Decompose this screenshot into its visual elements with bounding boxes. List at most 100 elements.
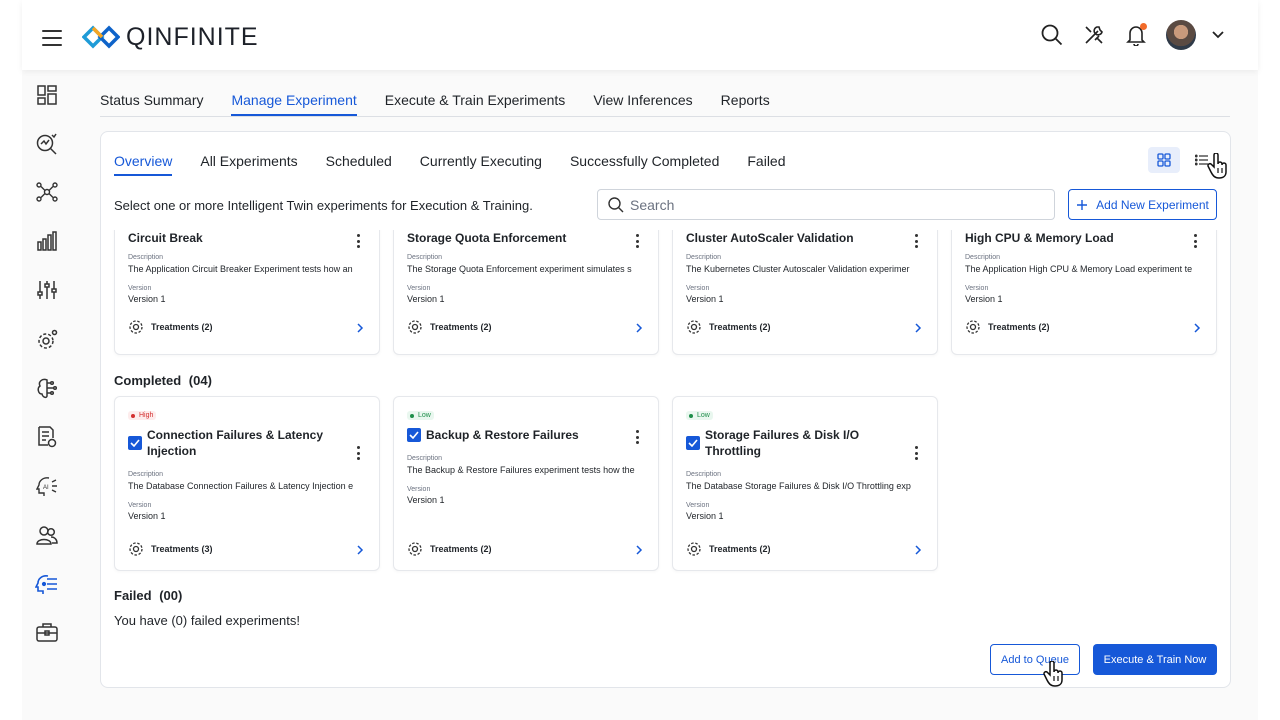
bar-chart-icon[interactable] [35,229,59,253]
tab-reports[interactable]: Reports [721,92,770,116]
search-icon[interactable] [1040,23,1064,47]
completed-label: Completed [114,373,182,388]
bell-icon[interactable] [1124,23,1148,47]
treatments-link[interactable]: Treatments (2) [686,319,771,335]
treatments-link[interactable]: Treatments (2) [965,319,1050,335]
treatments-link[interactable]: Treatments (2) [407,319,492,335]
subtab-successfully-completed[interactable]: Successfully Completed [570,153,719,176]
users-icon[interactable] [35,523,59,547]
experiments-scroll-area[interactable]: Circuit Break Description The Applicatio… [101,230,1230,687]
hamburger-menu-icon[interactable] [42,30,62,46]
description-value: The Kubernetes Cluster Autoscaler Valida… [686,264,910,274]
treatments-label: Treatments (2) [988,322,1050,332]
description-label: Description [128,471,164,478]
priority-badge: High [128,411,157,420]
treatments-link[interactable]: Treatments (3) [128,541,213,557]
experiment-icon[interactable] [35,572,59,596]
more-options-icon[interactable] [357,446,361,463]
network-icon[interactable] [35,180,59,204]
description-value: The Application Circuit Breaker Experime… [128,264,353,274]
chevron-right-icon[interactable] [635,545,643,555]
chevron-right-icon[interactable] [635,323,643,333]
more-options-icon[interactable] [636,234,640,251]
tools-icon[interactable] [1082,23,1106,47]
grid-view-icon[interactable] [1148,147,1180,173]
tab-execute-train[interactable]: Execute & Train Experiments [385,92,566,116]
experiments-panel: Overview All Experiments Scheduled Curre… [100,131,1231,688]
card-checkbox[interactable] [128,436,142,450]
treatments-label: Treatments (2) [709,544,771,554]
more-options-icon[interactable] [357,234,361,251]
instruction-text: Select one or more Intelligent Twin expe… [114,198,533,213]
subtab-overview[interactable]: Overview [114,153,173,176]
description-label: Description [407,254,443,261]
tab-view-inferences[interactable]: View Inferences [593,92,692,116]
priority-badge: Low [407,411,434,420]
experiment-card[interactable]: Cluster AutoScaler Validation Descriptio… [672,230,938,355]
add-to-queue-button[interactable]: Add to Queue [990,644,1080,675]
chevron-right-icon[interactable] [1193,323,1201,333]
subtab-all-experiments[interactable]: All Experiments [200,153,297,176]
gear-icon [687,320,701,334]
add-new-experiment-button[interactable]: Add New Experiment [1068,189,1217,220]
completed-card[interactable]: Low Backup & Restore Failures Descriptio… [393,396,659,571]
experiment-card[interactable]: Circuit Break Description The Applicatio… [114,230,380,355]
failed-count: (00) [159,588,183,603]
treatments-label: Treatments (3) [151,544,213,554]
card-checkbox[interactable] [686,436,700,450]
more-options-icon[interactable] [915,234,919,251]
search-input[interactable] [630,196,1030,213]
brain-icon[interactable] [35,376,59,400]
more-options-icon[interactable] [1194,234,1198,251]
document-icon[interactable] [35,425,59,449]
priority-label: High [139,412,154,419]
chevron-down-icon[interactable] [1206,23,1230,47]
more-options-icon[interactable] [915,446,919,463]
completed-heading: Completed (04) [114,373,212,388]
version-label: Version [407,285,431,292]
subtab-currently-executing[interactable]: Currently Executing [420,153,542,176]
brand-logo[interactable]: QINFINITE [82,22,259,52]
brand-name: QINFINITE [126,22,259,51]
ai-icon[interactable]: AI [35,474,59,498]
version-value: Version 1 [686,511,724,521]
treatments-link[interactable]: Treatments (2) [407,541,492,557]
treatments-link[interactable]: Treatments (2) [686,541,771,557]
version-value: Version 1 [128,294,166,304]
subtab-failed[interactable]: Failed [747,153,785,176]
card-title: Storage Quota Enforcement [407,231,567,245]
briefcase-icon[interactable] [35,620,59,644]
avatar[interactable] [1166,20,1196,50]
hand-cursor-icon [1207,153,1227,179]
logo-mark-icon [82,25,120,49]
tab-status-summary[interactable]: Status Summary [100,92,203,116]
experiment-card[interactable]: High CPU & Memory Load Description The A… [951,230,1217,355]
chevron-right-icon[interactable] [356,545,364,555]
version-value: Version 1 [128,511,166,521]
more-options-icon[interactable] [636,430,640,447]
chevron-right-icon[interactable] [356,323,364,333]
search-analytics-icon[interactable] [35,132,59,156]
sidebar: AI [22,70,72,720]
tab-manage-experiment[interactable]: Manage Experiment [231,92,357,116]
treatments-link[interactable]: Treatments (2) [128,319,213,335]
gear-settings-icon[interactable] [35,328,59,352]
version-value: Version 1 [965,294,1003,304]
execute-train-now-button[interactable]: Execute & Train Now [1093,644,1217,675]
experiment-card[interactable]: Storage Quota Enforcement Description Th… [393,230,659,355]
treatments-label: Treatments (2) [151,322,213,332]
version-value: Version 1 [407,495,445,505]
failed-message: You have (0) failed experiments! [114,613,300,628]
completed-card[interactable]: Low Storage Failures & Disk I/O Throttli… [672,396,938,571]
card-checkbox[interactable] [407,428,421,442]
top-bar: QINFINITE [22,0,1258,70]
completed-card[interactable]: High Connection Failures & Latency Injec… [114,396,380,571]
treatments-label: Treatments (2) [430,322,492,332]
dashboard-icon[interactable] [35,83,59,107]
subtab-scheduled[interactable]: Scheduled [326,153,392,176]
card-title: Circuit Break [128,231,203,245]
check-icon [409,431,419,439]
chevron-right-icon[interactable] [914,545,922,555]
sliders-icon[interactable] [35,278,59,302]
chevron-right-icon[interactable] [914,323,922,333]
